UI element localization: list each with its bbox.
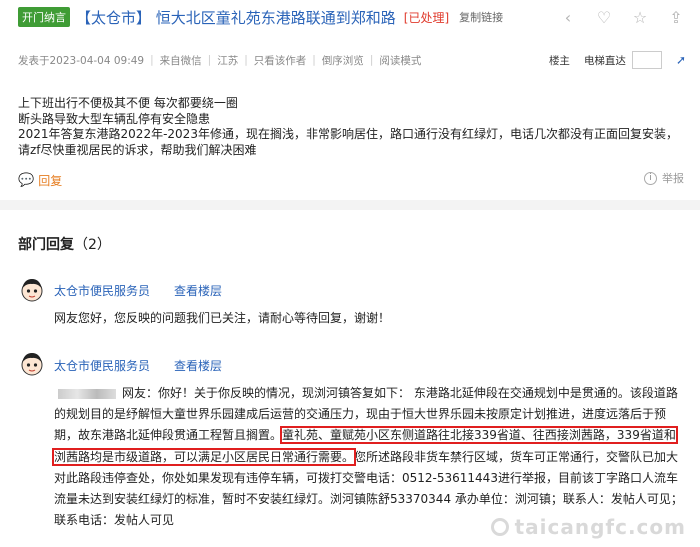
share-icon[interactable]: ⇪ [668, 8, 684, 27]
post-line: 2021年答复东港路2022年-2023年修通，现在搁浅，非常影响居住，路口通行… [18, 127, 678, 141]
dept-reply-header: 部门回复（2） [18, 234, 111, 254]
thread-title: 【太仓市】 恒大北区童礼苑东港路联通到郑和路 [76, 8, 396, 27]
comment-icon: 💬 [18, 173, 35, 188]
floor-jump-input[interactable] [631, 51, 662, 69]
watermark-text: taicangfc.com [514, 515, 686, 539]
owner-label: 楼主 [548, 54, 570, 67]
post-region: 江苏 [217, 54, 239, 67]
report-button[interactable]: i 举报 [644, 170, 684, 186]
post-content: 上下班出行不便极其不便 每次都要绕一圈 断头路导致大型车辆乱停有安全隐患 202… [18, 96, 688, 158]
chevron-left-icon[interactable]: ‹ [560, 8, 576, 27]
floor-jump: 楼主 电梯直达 ➚ [535, 51, 686, 69]
post-line: 上下班出行不便极其不便 每次都要绕一圈 [18, 96, 238, 110]
heart-icon[interactable]: ♡ [596, 8, 612, 27]
reply-text: 网友：你好！关于你反映的情况，现浏河镇答复如下： 东港路北延伸段在交通规划中是贯… [52, 383, 686, 531]
view-floor-link[interactable]: 查看楼层 [174, 282, 222, 299]
divider: | [150, 54, 154, 66]
reply-label: 回复 [38, 174, 63, 188]
divider: | [312, 54, 316, 66]
reply-author-line: 太仓市便民服务员 查看楼层 [54, 357, 222, 374]
dept-reply-count: （2） [74, 237, 111, 253]
divider: | [207, 54, 212, 66]
post-date: 发表于2023-04-04 09:49 [18, 54, 145, 67]
avatar [21, 353, 43, 376]
post-line: 请zf尽快重视居民的诉求，帮助我们解决困难 [18, 142, 257, 157]
reply-text: 网友您好，您反映的问题我们已关注，请耐心等待回复，谢谢！ [54, 311, 391, 325]
avatar [21, 279, 43, 302]
post-meta-row: 发表于2023-04-04 09:49 | 来自微信 | 江苏 | 只看该作者 … [18, 51, 686, 69]
top-toolbar: ‹ ♡ ☆ ⇪ [560, 8, 684, 27]
section-divider [0, 200, 700, 210]
dept-reply-title: 部门回复 [18, 237, 74, 253]
jump-arrow-icon[interactable]: ➚ [676, 53, 686, 67]
reply-prefix: 网友： [122, 386, 159, 400]
post-source: 来自微信 [159, 54, 202, 67]
watermark-logo-icon [490, 518, 509, 536]
info-icon: i [644, 171, 657, 185]
jump-label: 电梯直达 [583, 54, 626, 67]
status-badge: [已处理] [403, 10, 450, 25]
post-line: 断头路导致大型车辆乱停有安全隐患 [18, 111, 211, 126]
author-only-link[interactable]: 只看该作者 [254, 53, 307, 68]
view-floor-link[interactable]: 查看楼层 [174, 357, 222, 374]
reading-mode-link[interactable]: 阅读模式 [379, 53, 421, 68]
star-icon[interactable]: ☆ [632, 8, 648, 27]
report-label: 举报 [662, 172, 684, 185]
reverse-order-link[interactable]: 倒序浏览 [322, 53, 364, 68]
reply-author-line: 太仓市便民服务员 查看楼层 [54, 282, 222, 299]
divider: | [369, 54, 374, 66]
reply-author[interactable]: 太仓市便民服务员 [54, 282, 150, 299]
reply-author[interactable]: 太仓市便民服务员 [54, 357, 150, 374]
redacted-name [58, 388, 116, 399]
site-watermark: taicangfc.com [490, 515, 686, 539]
open-tag-badge: 开门纳言 [18, 7, 70, 27]
thread-title-row: 开门纳言 【太仓市】 恒大北区童礼苑东港路联通到郑和路 [已处理] 复制链接 [18, 6, 503, 28]
reply-button[interactable]: 💬 回复 [18, 172, 62, 189]
copy-link-button[interactable]: 复制链接 [459, 9, 503, 25]
divider: | [244, 54, 248, 66]
